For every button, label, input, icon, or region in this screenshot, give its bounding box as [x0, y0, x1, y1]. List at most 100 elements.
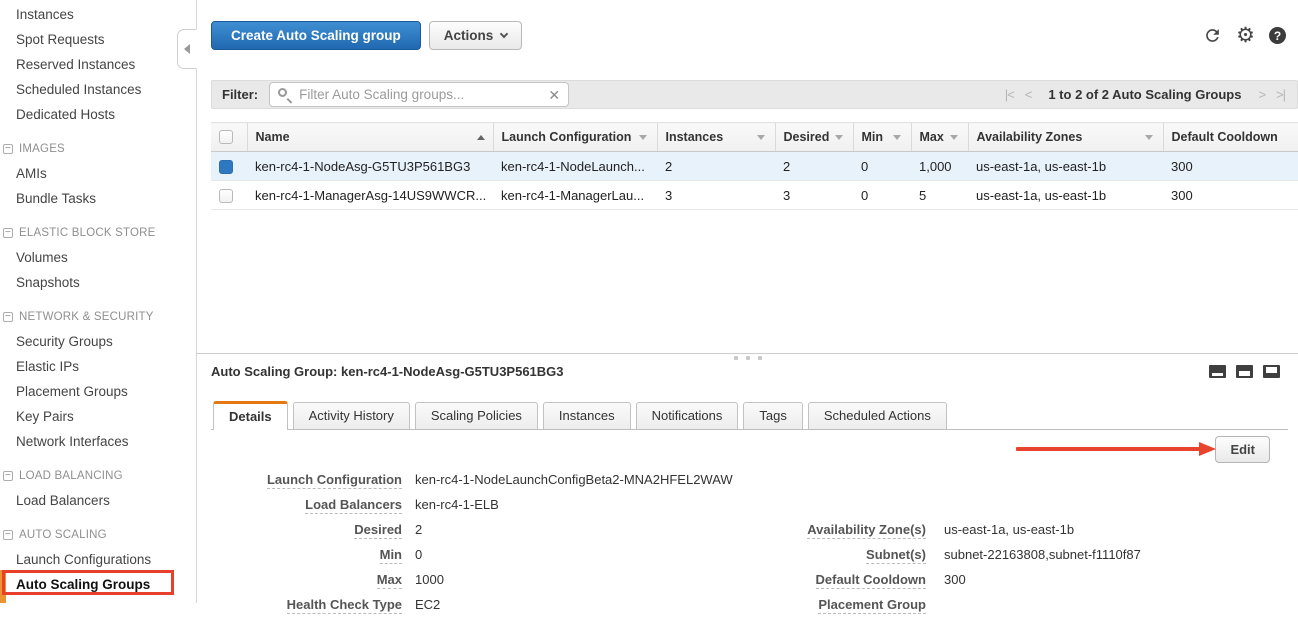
details-fields: Launch Configuration ken-rc4-1-NodeLaunc… [211, 467, 1288, 617]
layout-bottom-pane-icon[interactable] [1209, 365, 1226, 378]
column-label: Availability Zones [977, 130, 1083, 144]
section-collapse-icon[interactable]: − [3, 228, 13, 238]
field-value-launch-configuration: ken-rc4-1-NodeLaunchConfigBeta2-MNA2HFEL… [402, 472, 774, 487]
column-header-instances[interactable]: Instances [657, 123, 775, 152]
table-header-row: Name Launch Configuration Instances Desi… [211, 123, 1298, 152]
edit-button[interactable]: Edit [1215, 436, 1270, 463]
column-header-min[interactable]: Min [853, 123, 911, 152]
cell-default-cooldown: 300 [1163, 181, 1298, 210]
sidebar-section-network-security[interactable]: − NETWORK & SECURITY [0, 304, 196, 329]
field-label-subnets: Subnet(s) [774, 547, 926, 562]
tab-scaling-policies[interactable]: Scaling Policies [415, 402, 538, 429]
sidebar-item-amis[interactable]: AMIs [0, 161, 196, 186]
refresh-icon[interactable] [1203, 26, 1222, 45]
field-value-availability-zones: us-east-1a, us-east-1b [926, 522, 1288, 537]
sidebar-section-elastic-block-store[interactable]: − ELASTIC BLOCK STORE [0, 220, 196, 245]
sidebar-item-dedicated-hosts[interactable]: Dedicated Hosts [0, 102, 196, 127]
row-checkbox[interactable] [219, 160, 233, 174]
filter-search-input[interactable] [269, 82, 569, 107]
sidebar-item-reserved-instances[interactable]: Reserved Instances [0, 52, 196, 77]
sidebar: Instances Spot Requests Reserved Instanc… [0, 0, 197, 603]
column-label: Name [256, 130, 290, 144]
sidebar-item-launch-configurations[interactable]: Launch Configurations [0, 547, 196, 572]
clear-icon[interactable]: ✕ [548, 86, 560, 104]
sidebar-collapse-toggle[interactable] [177, 29, 197, 69]
row-checkbox[interactable] [219, 189, 233, 203]
edit-row: Edit [211, 430, 1288, 463]
tab-details[interactable]: Details [213, 401, 288, 430]
column-label: Max [920, 130, 944, 144]
sidebar-item-security-groups[interactable]: Security Groups [0, 329, 196, 354]
column-label: Min [862, 130, 884, 144]
section-header-label: NETWORK & SECURITY [19, 311, 154, 323]
column-header-launch-configuration[interactable]: Launch Configuration [493, 123, 657, 152]
detail-panel: Auto Scaling Group: ken-rc4-1-NodeAsg-G5… [197, 353, 1298, 617]
sidebar-item-bundle-tasks[interactable]: Bundle Tasks [0, 186, 196, 211]
sidebar-section-load-balancing[interactable]: − LOAD BALANCING [0, 463, 196, 488]
sidebar-item-load-balancers[interactable]: Load Balancers [0, 488, 196, 513]
drag-handle[interactable] [734, 356, 762, 360]
sort-desc-icon [1145, 135, 1153, 140]
field-value-max: 1000 [402, 572, 774, 587]
detail-panel-title: Auto Scaling Group: ken-rc4-1-NodeAsg-G5… [211, 364, 564, 379]
column-label: Desired [784, 130, 830, 144]
sidebar-item-snapshots[interactable]: Snapshots [0, 270, 196, 295]
section-collapse-icon[interactable]: − [3, 530, 13, 540]
sort-desc-icon [639, 135, 647, 140]
field-label-desired: Desired [211, 522, 402, 537]
section-collapse-icon[interactable]: − [3, 312, 13, 322]
sidebar-item-spot-requests[interactable]: Spot Requests [0, 27, 196, 52]
table-row[interactable]: ken-rc4-1-ManagerAsg-14US9WWCR... ken-rc… [211, 181, 1298, 210]
sidebar-section-auto-scaling[interactable]: − AUTO SCALING [0, 522, 196, 547]
pagination-next-button[interactable]: > [1258, 87, 1265, 102]
select-all-checkbox[interactable] [219, 130, 233, 144]
layout-top-pane-icon[interactable] [1263, 365, 1280, 378]
sidebar-item-placement-groups[interactable]: Placement Groups [0, 379, 196, 404]
sidebar-item-network-interfaces[interactable]: Network Interfaces [0, 429, 196, 454]
column-header-default-cooldown[interactable]: Default Cooldown [1163, 123, 1298, 152]
help-icon[interactable]: ? [1269, 27, 1286, 44]
field-label-launch-configuration: Launch Configuration [211, 472, 402, 487]
sidebar-item-volumes[interactable]: Volumes [0, 245, 196, 270]
tab-instances[interactable]: Instances [543, 402, 631, 429]
pagination-first-button[interactable]: |< [1005, 87, 1014, 102]
pagination-prev-button[interactable]: < [1025, 87, 1032, 102]
tab-tags[interactable]: Tags [743, 402, 802, 429]
sidebar-item-elastic-ips[interactable]: Elastic IPs [0, 354, 196, 379]
layout-split-pane-icon[interactable] [1236, 365, 1253, 378]
field-label-load-balancers: Load Balancers [211, 497, 402, 512]
chevron-down-icon [500, 29, 508, 37]
ec2-console: Instances Spot Requests Reserved Instanc… [0, 0, 1298, 603]
column-header-availability-zones[interactable]: Availability Zones [968, 123, 1163, 152]
column-header-desired[interactable]: Desired [775, 123, 853, 152]
pagination-last-button[interactable]: >| [1276, 87, 1285, 102]
actions-button[interactable]: Actions [429, 21, 523, 50]
field-value-desired: 2 [402, 522, 774, 537]
table-row[interactable]: ken-rc4-1-NodeAsg-G5TU3P561BG3 ken-rc4-1… [211, 152, 1298, 181]
field-value-default-cooldown: 300 [926, 572, 1288, 587]
cell-max: 5 [911, 181, 968, 210]
sidebar-item-scheduled-instances[interactable]: Scheduled Instances [0, 77, 196, 102]
select-all-header [211, 123, 247, 152]
tab-notifications[interactable]: Notifications [636, 402, 739, 429]
cell-instances: 2 [657, 152, 775, 181]
sidebar-item-key-pairs[interactable]: Key Pairs [0, 404, 196, 429]
sidebar-item-instances[interactable]: Instances [0, 2, 196, 27]
section-collapse-icon[interactable]: − [3, 471, 13, 481]
field-label-default-cooldown: Default Cooldown [774, 572, 926, 587]
tab-activity-history[interactable]: Activity History [293, 402, 410, 429]
section-collapse-icon[interactable]: − [3, 144, 13, 154]
create-auto-scaling-group-button[interactable]: Create Auto Scaling group [211, 21, 421, 50]
sort-desc-icon [835, 135, 843, 140]
collapse-left-icon [184, 44, 190, 54]
filter-bar: Filter: ✕ |< < 1 to 2 of 2 Auto Scaling … [211, 80, 1298, 109]
field-label-placement-group: Placement Group [774, 597, 926, 612]
sort-asc-icon [477, 135, 485, 140]
tab-scheduled-actions[interactable]: Scheduled Actions [808, 402, 947, 429]
gear-icon[interactable]: ⚙ [1236, 25, 1255, 46]
sidebar-section-images[interactable]: − IMAGES [0, 136, 196, 161]
sidebar-item-auto-scaling-groups[interactable]: Auto Scaling Groups [0, 572, 196, 597]
column-header-name[interactable]: Name [247, 123, 493, 152]
column-header-max[interactable]: Max [911, 123, 968, 152]
field-value-health-check-type: EC2 [402, 597, 774, 612]
